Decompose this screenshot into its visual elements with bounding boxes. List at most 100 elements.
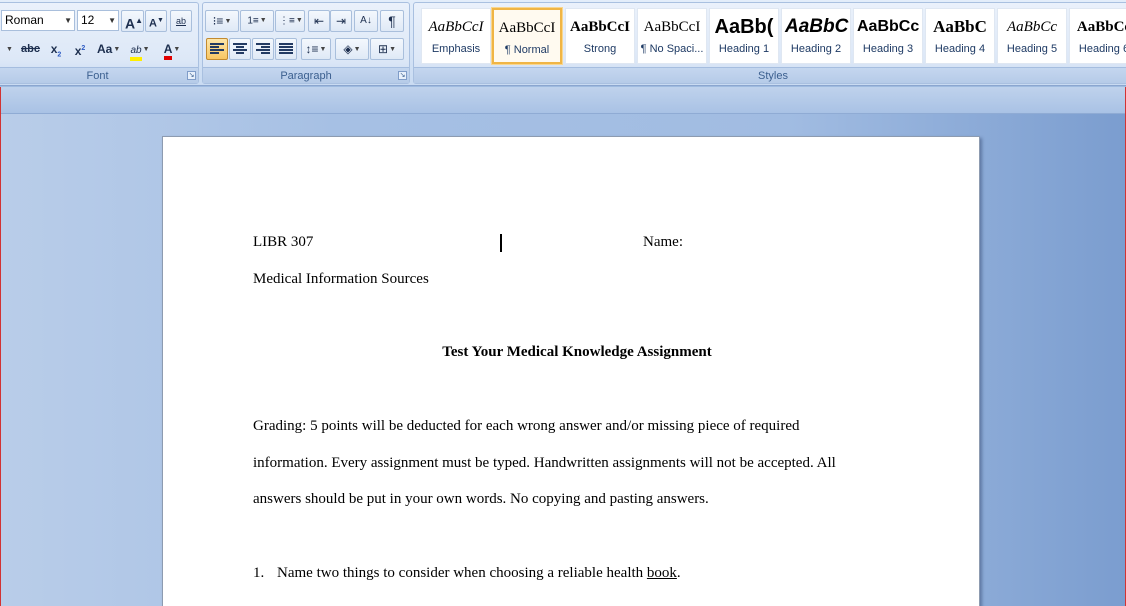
align-right-button[interactable] xyxy=(252,38,274,60)
styles-group: AaBbCcI Emphasis AaBbCcI ¶ Normal AaBbCc… xyxy=(413,2,1126,84)
font-size-value: 12 xyxy=(81,13,95,27)
pilcrow-icon: ¶ xyxy=(388,13,396,29)
style-name: Heading 4 xyxy=(934,43,986,55)
bullets-button[interactable]: ⁝≡▼ xyxy=(205,10,239,32)
style-sample: AaBbC xyxy=(785,16,849,37)
ruler-strip xyxy=(1,87,1125,114)
ribbon: Roman ▼ 12 ▼ A▲ A▼ ab ▼ abc x2 x2 Aa▼ ab… xyxy=(0,0,1126,86)
grading-paragraph-line-1: Grading: 5 points will be deducted for e… xyxy=(253,418,800,434)
style-name: Heading 2 xyxy=(790,43,842,55)
style-name: Heading 6 xyxy=(1078,43,1126,55)
style-sample: AaBbCcI xyxy=(428,19,484,35)
highlight-color-button[interactable]: ab▼ xyxy=(125,38,155,61)
style-name: ¶ No Spaci... xyxy=(640,43,704,55)
chevron-down-icon: ▼ xyxy=(224,17,232,25)
change-case-icon: Aa xyxy=(97,42,113,56)
line-spacing-button[interactable]: ↕≡▼ xyxy=(301,38,331,60)
style-name: ¶ Normal xyxy=(504,44,550,56)
chevron-down-icon: ▼ xyxy=(113,45,121,53)
font-size-combo[interactable]: 12 ▼ xyxy=(77,10,119,31)
multilevel-list-icon: ⋮≡ xyxy=(279,15,295,27)
justify-button[interactable] xyxy=(275,38,297,60)
multilevel-list-button[interactable]: ⋮≡▼ xyxy=(275,10,305,32)
style-heading-2[interactable]: AaBbC Heading 2 xyxy=(781,8,851,64)
style-emphasis[interactable]: AaBbCcI Emphasis xyxy=(421,8,491,64)
line-spacing-icon: ↕≡ xyxy=(305,42,319,56)
font-name-combo[interactable]: Roman ▼ xyxy=(1,10,75,31)
decrease-indent-button[interactable]: ⇤ xyxy=(308,10,330,32)
style-heading-5[interactable]: AaBbCc Heading 5 xyxy=(997,8,1067,64)
document-area[interactable]: LIBR 307 Name: Medical Information Sourc… xyxy=(0,87,1126,606)
document-page[interactable]: LIBR 307 Name: Medical Information Sourc… xyxy=(162,136,980,606)
increase-indent-button[interactable]: ⇥ xyxy=(330,10,352,32)
justify-icon xyxy=(279,42,293,55)
sort-button[interactable]: A↓ xyxy=(354,10,378,32)
grow-font-icon: A xyxy=(125,15,136,32)
question-1-number: 1. xyxy=(253,565,265,581)
strikethrough-button[interactable]: abc xyxy=(17,38,43,60)
style-name: Heading 1 xyxy=(718,43,770,55)
borders-icon: ⊞ xyxy=(378,42,389,56)
numbering-button[interactable]: 1≡▼ xyxy=(240,10,274,32)
style-name: Strong xyxy=(583,43,617,55)
course-subtitle: Medical Information Sources xyxy=(253,271,429,287)
style-sample: AaBbCc xyxy=(857,18,920,35)
sort-icon: A↓ xyxy=(360,15,372,26)
style-sample: AaBbCc xyxy=(1076,19,1126,35)
chevron-down-icon: ▼ xyxy=(64,16,72,25)
style-sample: AaBbCcI xyxy=(569,19,630,35)
grading-paragraph-line-2: information. Every assignment must be ty… xyxy=(253,455,836,471)
borders-button[interactable]: ⊞▼ xyxy=(370,38,404,60)
style-heading-3[interactable]: AaBbCc Heading 3 xyxy=(853,8,923,64)
style-heading-6[interactable]: AaBbCc Heading 6 xyxy=(1069,8,1126,64)
show-formatting-button[interactable]: ¶ xyxy=(380,10,404,32)
superscript-icon: x2 xyxy=(74,44,86,58)
style-sample: AaBbCc xyxy=(1007,19,1057,35)
bullet-list-icon: ⁝≡ xyxy=(212,14,224,28)
style-strong[interactable]: AaBbCcI Strong xyxy=(565,8,635,64)
chevron-down-icon: ▼ xyxy=(142,45,150,53)
superscript-button[interactable]: x2 xyxy=(69,38,91,60)
align-right-icon xyxy=(256,42,270,55)
align-left-button[interactable] xyxy=(206,38,228,60)
align-center-button[interactable] xyxy=(229,38,251,60)
chevron-down-icon: ▼ xyxy=(353,45,361,53)
text-cursor xyxy=(500,234,502,252)
change-case-button[interactable]: Aa▼ xyxy=(93,38,121,60)
paragraph-group-label: Paragraph xyxy=(203,67,409,83)
chevron-down-icon: ▼ xyxy=(295,17,303,24)
style-name: Heading 5 xyxy=(1006,43,1058,55)
style-heading-4[interactable]: AaBbC Heading 4 xyxy=(925,8,995,64)
style-sample: AaBbCcI xyxy=(643,19,701,35)
chevron-down-icon: ▼ xyxy=(173,45,181,53)
chevron-down-icon: ▼ xyxy=(6,45,13,53)
chevron-down-icon: ▼ xyxy=(319,45,327,53)
style-name: Emphasis xyxy=(431,43,481,55)
numbered-list-icon: 1≡ xyxy=(247,15,259,27)
question-1-text: Name two things to consider when choosin… xyxy=(277,565,681,581)
clear-formatting-icon: ab xyxy=(175,16,186,26)
shrink-font-button[interactable]: A▼ xyxy=(145,10,167,32)
style-name: Heading 3 xyxy=(862,43,914,55)
style-sample: AaBbC xyxy=(933,17,987,36)
style-sample: AaBbCcI xyxy=(498,20,556,36)
assignment-title: Test Your Medical Knowledge Assignment xyxy=(442,344,712,360)
font-color-button[interactable]: A▼ xyxy=(157,38,187,60)
chevron-down-icon: ▼ xyxy=(108,16,116,25)
style-normal[interactable]: AaBbCcI ¶ Normal xyxy=(492,8,562,64)
grading-paragraph-line-3: answers should be put in your own words.… xyxy=(253,491,709,507)
clear-formatting-button[interactable]: ab xyxy=(170,10,192,32)
shading-button[interactable]: ◈▼ xyxy=(335,38,369,60)
style-heading-1[interactable]: AaBb( Heading 1 xyxy=(709,8,779,64)
font-dialog-launcher-icon[interactable]: ↘ xyxy=(187,71,196,80)
strikethrough-icon: abc xyxy=(21,43,40,55)
subscript-button[interactable]: x2 xyxy=(45,38,67,60)
paragraph-group: ⁝≡▼ 1≡▼ ⋮≡▼ ⇤ ⇥ A↓ ¶ ↕≡▼ ◈▼ ⊞▼ Paragraph… xyxy=(202,2,410,84)
style-no-spacing[interactable]: AaBbCcI ¶ No Spaci... xyxy=(637,8,707,64)
paint-bucket-icon: ◈ xyxy=(343,42,353,56)
paragraph-dialog-launcher-icon[interactable]: ↘ xyxy=(398,71,407,80)
course-code: LIBR 307 xyxy=(253,234,314,250)
font-group-label: Font xyxy=(0,67,198,83)
font-group: Roman ▼ 12 ▼ A▲ A▼ ab ▼ abc x2 x2 Aa▼ ab… xyxy=(0,2,199,84)
grow-font-button[interactable]: A▲ xyxy=(121,10,144,32)
